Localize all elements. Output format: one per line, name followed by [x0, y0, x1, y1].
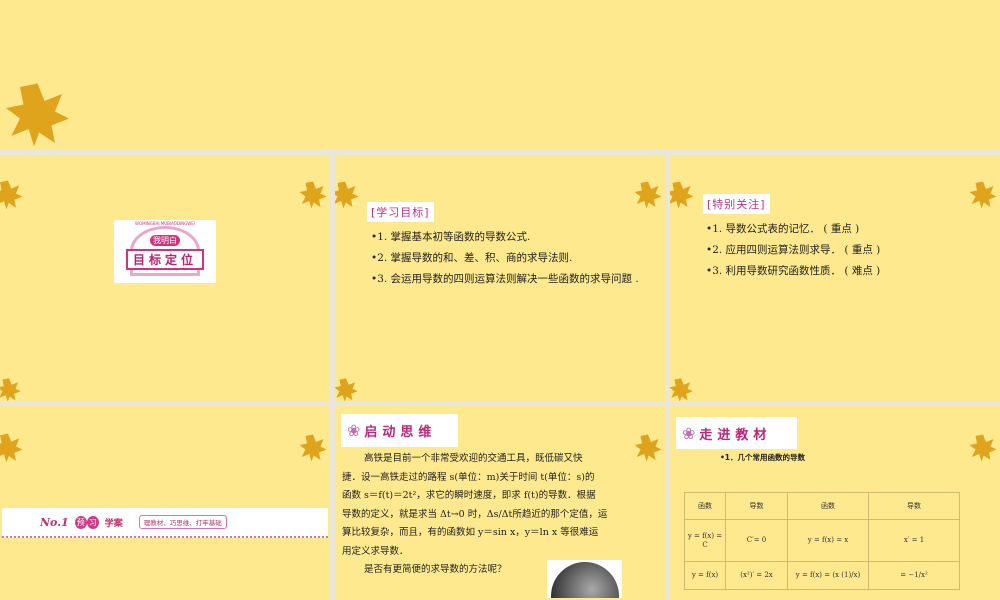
- list-item: •3. 利用导数研究函数性质． ( 难点 ): [706, 265, 881, 277]
- focus-list: •1. 导数公式表的记忆． ( 重点 ) •2. 应用四则运算法则求导． ( 重…: [706, 219, 880, 282]
- maple-leaf-icon: [0, 377, 22, 401]
- section-tag: [特别关注]: [703, 194, 770, 214]
- banner-circle: 习: [86, 515, 99, 529]
- section-heading: ❀ 走进教材: [676, 417, 797, 449]
- maple-leaf-icon: [0, 175, 24, 215]
- list-item: •2. 掌握导数的和、差、积、商的求导法则.: [371, 252, 573, 264]
- maple-leaf-icon: [633, 428, 663, 468]
- maple-leaf-icon: [968, 175, 998, 215]
- badge-title: 目标定位: [125, 249, 204, 270]
- maple-leaf-icon: [0, 428, 24, 468]
- maple-leaf-icon: [298, 175, 328, 215]
- slide-5[interactable]: ❀ 启动思维 高铁是目前一个非常受欢迎的交通工具，既低碳又快 捷．设一高铁走过的…: [335, 406, 665, 600]
- maple-leaf-icon: [335, 175, 360, 215]
- objective-list: •1. 掌握基本初等函数的导数公式. •2. 掌握导数的和、差、积、商的求导法则…: [371, 227, 639, 290]
- slide-3[interactable]: [特别关注] •1. 导数公式表的记忆． ( 重点 ) •2. 应用四则运算法则…: [670, 155, 1000, 401]
- maple-leaf-icon: [298, 428, 328, 468]
- slide-2[interactable]: [学习目标] •1. 掌握基本初等函数的导数公式. •2. 掌握导数的和、差、积…: [335, 155, 665, 401]
- badge-top: 我明白: [150, 235, 180, 246]
- slide-4[interactable]: No.1 预 习 学案 理教材、巧思维、打牢基础: [0, 406, 330, 600]
- slide-1[interactable]: WOMINGBAI MUBIAODINGWEI 我明白 目标定位: [0, 155, 330, 401]
- slide-preview-top[interactable]: [0, 0, 1000, 150]
- list-item: •2. 应用四则运算法则求导． ( 重点 ): [706, 244, 881, 256]
- list-item: •1. 导数公式表的记忆． ( 重点 ): [706, 223, 860, 235]
- list-item: •1. 掌握基本初等函数的导数公式.: [371, 231, 531, 243]
- banner-subtitle: 理教材、巧思维、打牢基础: [138, 515, 227, 529]
- preview-banner: No.1 预 习 学案 理教材、巧思维、打牢基础: [2, 508, 328, 538]
- maple-leaf-icon: [633, 175, 663, 215]
- derivative-table: 函数 导数 函数 导数 y = f(x) = C C′= 0y = f(x) = x x′…: [684, 492, 960, 590]
- maple-leaf-icon: [335, 377, 359, 401]
- list-item: •3. 会运用导数的四则运算法则解决一些函数的求导问题 .: [371, 273, 639, 285]
- maple-leaf-icon: [968, 428, 998, 468]
- banner-circle: 预: [74, 515, 87, 529]
- train-photo: [547, 560, 622, 598]
- slide-6[interactable]: ❀ 走进教材 •1．几个常用函数的导数 函数 导数 函数 导数 y = f(x) = …: [670, 406, 1000, 600]
- maple-leaf-icon: [0, 80, 75, 150]
- maple-leaf-icon: [670, 377, 694, 401]
- flower-icon: ❀: [347, 421, 361, 440]
- banner-number: No.1: [40, 515, 69, 529]
- banner-title: 学案: [104, 518, 123, 529]
- section-heading: ❀ 启动思维: [341, 414, 458, 447]
- maple-leaf-icon: [670, 175, 695, 215]
- flower-icon: ❀: [682, 423, 696, 443]
- badge-arc-text: WOMINGBAI MUBIAODINGWEI: [135, 221, 195, 226]
- subsection-title: •1．几个常用函数的导数: [720, 453, 806, 462]
- section-tag: [学习目标]: [367, 202, 434, 222]
- goal-badge: WOMINGBAI MUBIAODINGWEI 我明白 目标定位: [114, 220, 216, 283]
